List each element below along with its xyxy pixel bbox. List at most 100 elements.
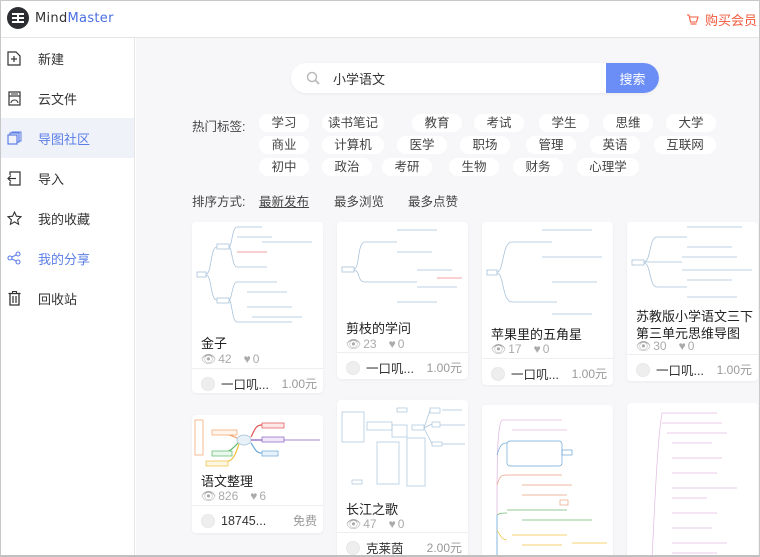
sidebar-item-community[interactable]: 导图社区 [1, 118, 134, 158]
mindmap-card[interactable]: 苹果里的五角星 👁 17 ♥ 0 一口叽... 1.00元 [482, 222, 613, 385]
hot-tag[interactable]: 考试 [474, 114, 524, 132]
mindmap-thumbnail [486, 229, 602, 315]
author-avatar [201, 513, 215, 528]
like-count: 0 [397, 517, 405, 531]
mindmap-thumbnail [341, 229, 462, 303]
eye-icon: 👁 [201, 489, 217, 503]
mindmap-card[interactable] [482, 405, 613, 555]
heart-icon: ♥ [243, 352, 251, 366]
author-name[interactable]: 18745... [221, 514, 281, 528]
hot-tag[interactable]: 职场 [460, 136, 510, 154]
share-icon [6, 250, 22, 266]
card-stats: 👁 17 ♥ 0 [491, 342, 549, 356]
heart-icon: ♥ [388, 517, 396, 531]
mindmap-card[interactable] [627, 403, 758, 555]
hot-tag[interactable]: 教育 [412, 114, 462, 132]
mindmap-card[interactable]: 剪枝的学问 👁 23 ♥ 0 一口叽... 1.00元 [337, 222, 468, 379]
author-name[interactable]: 克莱茵 [366, 538, 426, 555]
search-input[interactable] [333, 70, 593, 86]
card-footer: 一口叽... 1.00元 [192, 368, 323, 393]
hot-tag[interactable]: 医学 [397, 136, 447, 154]
card-footer: 一口叽... 1.00元 [482, 358, 613, 385]
sidebar-item-my-shares[interactable]: 我的分享 [1, 238, 134, 278]
heart-icon: ♥ [388, 337, 396, 351]
eye-icon: 👁 [346, 337, 362, 351]
search-button[interactable]: 搜索 [606, 63, 659, 93]
hot-tag[interactable]: 考研 [382, 158, 432, 176]
logo-icon [7, 7, 29, 29]
mindmap-card[interactable]: 语文整理 👁 826 ♥ 6 18745... 免费 [192, 415, 323, 533]
card-stats: 👁 42 ♥ 0 [201, 352, 259, 366]
hot-tag[interactable]: 财务 [513, 158, 563, 176]
hot-tag[interactable]: 英语 [590, 136, 640, 154]
author-avatar [346, 540, 360, 555]
sidebar-item-trash[interactable]: 回收站 [1, 278, 134, 318]
header: MindMaster 购买会员 [1, 1, 759, 38]
author-avatar [491, 366, 505, 381]
mindmap-thumbnail [341, 407, 465, 487]
sort-label: 排序方式: [192, 195, 246, 209]
buy-membership-button[interactable]: 购买会员 [686, 10, 757, 29]
price: 1.00元 [571, 367, 607, 381]
card-footer: 一口叽... 1.00元 [337, 352, 468, 379]
hot-tag[interactable]: 读书笔记 [322, 114, 384, 132]
logo: MindMaster [7, 7, 114, 29]
like-count: 0 [252, 352, 260, 366]
price: 免费 [292, 514, 317, 528]
hot-tag[interactable]: 思维 [603, 114, 653, 132]
price: 1.00元 [281, 377, 317, 391]
heart-icon: ♥ [250, 489, 258, 503]
mindmap-card[interactable]: 苏教版小学语文三下 第三单元思维导图 👁 30 ♥ 0 一口叽... 1.00元 [627, 222, 758, 381]
hot-tag[interactable]: 生物 [449, 158, 499, 176]
app-window: MindMaster 购买会员 新建 云文件 导图社区 导入 我的收藏 我的分享… [0, 0, 760, 557]
hot-tag[interactable]: 管理 [526, 136, 576, 154]
hot-tag[interactable]: 计算机 [322, 136, 384, 154]
hot-tag[interactable]: 政治 [322, 158, 372, 176]
logo-text-mind: Mind [35, 10, 68, 26]
author-name[interactable]: 一口叽... [511, 364, 571, 383]
sort-option-most-liked[interactable]: 最多点赞 [408, 191, 458, 210]
sort-option-newest[interactable]: 最新发布 [259, 191, 309, 210]
eye-icon: 👁 [346, 517, 362, 531]
view-count: 42 [218, 352, 232, 366]
hot-tag[interactable]: 初中 [259, 158, 309, 176]
hot-tag[interactable]: 心理学 [577, 158, 639, 176]
sidebar-item-label: 我的收藏 [38, 211, 91, 227]
card-footer: 一口叽... 1.00元 [627, 354, 758, 381]
card-title: 语文整理 [201, 474, 254, 489]
author-name[interactable]: 一口叽... [366, 358, 426, 377]
author-avatar [346, 360, 360, 375]
hot-tag[interactable]: 学生 [539, 114, 589, 132]
card-title: 剪枝的学问 [346, 321, 412, 336]
sidebar-item-favorites[interactable]: 我的收藏 [1, 198, 134, 238]
mindmap-card[interactable]: 金子 👁 42 ♥ 0 一口叽... 1.00元 [192, 222, 323, 393]
heart-icon: ♥ [678, 339, 686, 353]
sidebar-item-new[interactable]: 新建 [1, 38, 134, 78]
view-count: 826 [218, 489, 239, 503]
sort-option-most-viewed[interactable]: 最多浏览 [334, 191, 384, 210]
card-title: 金子 [201, 336, 228, 351]
author-name[interactable]: 一口叽... [221, 374, 281, 393]
import-icon [6, 170, 22, 186]
hot-tag[interactable]: 互联网 [654, 136, 716, 154]
like-count: 0 [542, 342, 550, 356]
mindmap-thumbnail [196, 226, 312, 323]
mindmap-thumbnail [631, 226, 752, 298]
cart-icon [686, 14, 699, 25]
sidebar-item-cloud-files[interactable]: 云文件 [1, 78, 134, 118]
hot-tags-label: 热门标签: [192, 120, 246, 134]
sidebar-item-label: 云文件 [38, 91, 78, 107]
author-avatar [636, 362, 650, 377]
eye-icon: 👁 [491, 342, 507, 356]
sidebar-item-label: 导入 [38, 171, 65, 187]
price: 1.00元 [426, 361, 462, 375]
hot-tag[interactable]: 大学 [666, 114, 716, 132]
eye-icon: 👁 [636, 339, 652, 353]
hot-tag[interactable]: 学习 [259, 114, 309, 132]
logo-text: MindMaster [35, 11, 114, 26]
mindmap-card[interactable]: 长江之歌 👁 47 ♥ 0 克莱茵 2.00元 [337, 400, 468, 555]
community-main: 搜索 热门标签: 学习读书笔记 教育考试学生思维大学商业计算机医学职场管理英语互联… [136, 38, 759, 555]
author-name[interactable]: 一口叽... [656, 360, 716, 379]
hot-tag[interactable]: 商业 [259, 136, 309, 154]
sidebar-item-import[interactable]: 导入 [1, 158, 134, 198]
